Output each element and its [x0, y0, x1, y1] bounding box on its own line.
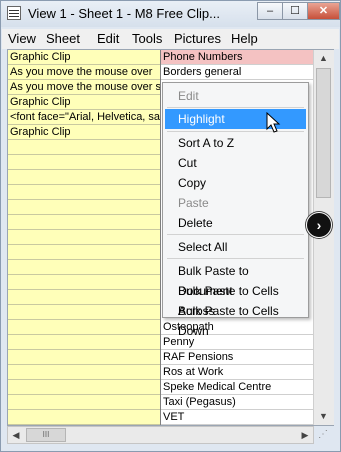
next-arrow-button[interactable]: ›: [306, 212, 332, 238]
cell-a[interactable]: [8, 215, 160, 230]
cell-b[interactable]: RAF Pensions: [161, 350, 313, 365]
menu-tools[interactable]: Tools: [132, 31, 162, 46]
cell-a[interactable]: [8, 320, 160, 335]
menu-separator: [167, 107, 304, 108]
scroll-right-arrow-icon[interactable]: ▶: [297, 427, 313, 443]
cell-a[interactable]: [8, 245, 160, 260]
cell-a[interactable]: Graphic Clip: [8, 125, 160, 140]
cell-b[interactable]: VET: [161, 410, 313, 425]
cell-a[interactable]: [8, 335, 160, 350]
menu-edit[interactable]: Edit: [97, 31, 119, 46]
mouse-pointer-icon: [266, 112, 281, 133]
menu-item-delete[interactable]: Delete: [165, 213, 306, 233]
window-title: View 1 - Sheet 1 - M8 Free Clip...: [28, 6, 220, 21]
cell-a[interactable]: As you move the mouse over s: [8, 80, 160, 95]
cell-a[interactable]: [8, 365, 160, 380]
maximize-button[interactable]: ☐: [282, 2, 308, 20]
cell-a[interactable]: Graphic Clip: [8, 95, 160, 110]
menu-item-paste[interactable]: Paste: [165, 193, 306, 213]
cell-a[interactable]: [8, 395, 160, 410]
cell-a[interactable]: [8, 305, 160, 320]
cell-a[interactable]: [8, 230, 160, 245]
menu-bar: View Sheet Edit Tools Pictures Help: [2, 29, 339, 49]
menu-item-edit[interactable]: Edit: [165, 86, 306, 106]
cell-a[interactable]: [8, 350, 160, 365]
cell-b[interactable]: Ros at Work: [161, 365, 313, 380]
cell-a[interactable]: As you move the mouse over: [8, 65, 160, 80]
menu-item-highlight[interactable]: Highlight: [165, 109, 306, 129]
cell-a[interactable]: [8, 140, 160, 155]
menu-view[interactable]: View: [8, 31, 36, 46]
cell-a[interactable]: [8, 290, 160, 305]
cell-a[interactable]: Graphic Clip: [8, 50, 160, 65]
cell-a[interactable]: [8, 185, 160, 200]
app-window: View 1 - Sheet 1 - M8 Free Clip... – ☐ ✕…: [0, 0, 341, 452]
menu-item-bulk-paste-document[interactable]: Bulk Paste to Document: [165, 261, 306, 298]
cell-b[interactable]: Borders general: [161, 65, 313, 80]
menu-sheet[interactable]: Sheet: [46, 31, 80, 46]
minimize-button[interactable]: –: [257, 2, 283, 20]
menu-separator: [167, 258, 304, 259]
scroll-up-arrow-icon[interactable]: ▲: [314, 50, 333, 67]
cell-a[interactable]: [8, 410, 160, 425]
horizontal-scroll-thumb[interactable]: III: [26, 428, 66, 442]
menu-pictures[interactable]: Pictures: [174, 31, 221, 46]
scroll-left-arrow-icon[interactable]: ◀: [8, 427, 24, 443]
menu-item-copy[interactable]: Copy: [165, 173, 306, 193]
cell-a[interactable]: [8, 200, 160, 215]
menu-item-sort-a-to-z[interactable]: Sort A to Z: [165, 133, 306, 153]
menu-item-cut[interactable]: Cut: [165, 153, 306, 173]
menu-item-bulk-paste-across[interactable]: Bulk Paste to Cells Across: [165, 281, 306, 318]
cell-a[interactable]: [8, 155, 160, 170]
cell-b[interactable]: Speke Medical Centre: [161, 380, 313, 395]
title-bar[interactable]: View 1 - Sheet 1 - M8 Free Clip... – ☐ ✕: [1, 1, 340, 27]
resize-grip-icon[interactable]: ⋰: [318, 429, 332, 443]
menu-separator: [167, 234, 304, 235]
app-icon[interactable]: [7, 6, 21, 20]
vertical-scroll-thumb[interactable]: [316, 68, 331, 198]
menu-separator: [167, 131, 304, 132]
cell-b[interactable]: Taxi (Pegasus): [161, 395, 313, 410]
cell-a[interactable]: [8, 260, 160, 275]
close-button[interactable]: ✕: [307, 2, 340, 20]
scroll-down-arrow-icon[interactable]: ▼: [314, 408, 333, 425]
menu-item-select-all[interactable]: Select All: [165, 237, 306, 257]
cell-a[interactable]: <font face="Arial, Helvetica, sa: [8, 110, 160, 125]
cell-a[interactable]: [8, 380, 160, 395]
cell-b[interactable]: Phone Numbers: [161, 50, 313, 65]
column-a: Graphic Clip As you move the mouse over As…: [8, 50, 160, 425]
menu-help[interactable]: Help: [231, 31, 258, 46]
horizontal-scrollbar[interactable]: ◀ III ▶: [7, 426, 314, 444]
context-menu: Edit Highlight Sort A to Z Cut Copy Past…: [162, 82, 309, 338]
cell-a[interactable]: [8, 170, 160, 185]
cell-a[interactable]: [8, 275, 160, 290]
menu-item-bulk-paste-down[interactable]: Bulk Paste to Cells Down: [165, 301, 306, 338]
